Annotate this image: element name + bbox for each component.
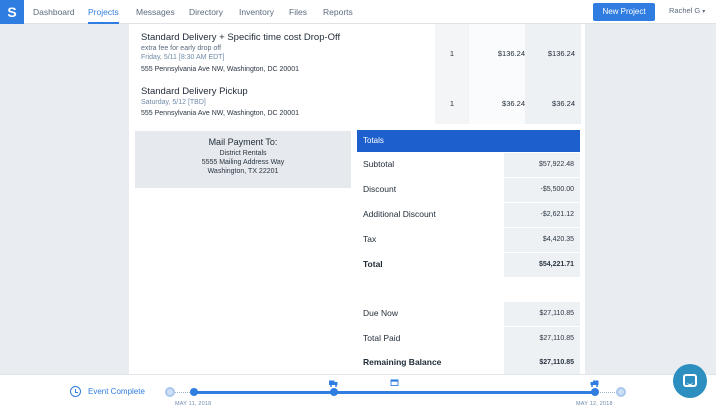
chat-bubble-icon bbox=[683, 374, 697, 387]
totals-label: Additional Discount bbox=[363, 209, 436, 219]
totals-label: Tax bbox=[363, 234, 377, 244]
truck-icon[interactable] bbox=[590, 380, 599, 387]
totals-row-due-now: Due Now $27,110.85 bbox=[357, 302, 580, 327]
timeline-start-marker[interactable] bbox=[190, 388, 198, 396]
timeline-end-date: MAY 12, 2018 bbox=[576, 401, 613, 407]
qty-cell: 1 bbox=[435, 81, 469, 124]
line-item-address: 555 Pennsylvania Ave NW, Washington, DC … bbox=[141, 110, 299, 117]
totals-header: Totals bbox=[357, 130, 580, 152]
new-project-button[interactable]: New Project bbox=[593, 3, 655, 21]
totals-label: Discount bbox=[363, 184, 397, 194]
timeline-start-date: MAY 11, 2018 bbox=[175, 401, 212, 407]
line-item-address: 555 Pennsylvania Ave NW, Washington, DC … bbox=[141, 66, 299, 73]
top-nav: S Dashboard Projects Messages Directory … bbox=[0, 0, 716, 24]
mail-payment-title: Mail Payment To: bbox=[208, 137, 278, 147]
nav-reports[interactable]: Reports bbox=[323, 0, 353, 24]
totals-value: $57,922.48 bbox=[504, 153, 580, 177]
qty-cell: 1 bbox=[435, 24, 469, 81]
totals-value: $27,110.85 bbox=[504, 327, 580, 351]
calendar-icon[interactable] bbox=[390, 379, 399, 386]
timeline-pickup-marker[interactable] bbox=[591, 388, 599, 396]
line-item-date: Saturday, 5/12 [TBD] bbox=[141, 99, 206, 106]
totals-row-discount: Discount -$5,500.00 bbox=[357, 178, 580, 203]
nav-files[interactable]: Files bbox=[289, 0, 307, 24]
totals-value: $54,221.71 bbox=[504, 253, 580, 277]
price-value: $36.24 bbox=[502, 99, 525, 108]
totals-row-subtotal: Subtotal $57,922.48 bbox=[357, 153, 580, 178]
truck-icon[interactable] bbox=[329, 380, 338, 387]
mail-payment-name: District Rentals bbox=[219, 150, 267, 157]
chat-button[interactable] bbox=[673, 364, 707, 398]
nav-inventory[interactable]: Inventory bbox=[239, 0, 274, 24]
totals-row-remaining-balance: Remaining Balance $27,110.85 bbox=[357, 351, 580, 376]
event-status-label: Event Complete bbox=[88, 387, 145, 396]
qty-value: 1 bbox=[449, 99, 455, 108]
clock-icon bbox=[70, 386, 81, 397]
event-timeline-bar: Event Complete MAY 11, 2018 MAY 12, 2018 bbox=[0, 374, 716, 407]
user-menu[interactable]: Rachel G ▾ bbox=[669, 0, 705, 24]
mail-payment-city: Washington, TX 22201 bbox=[207, 168, 279, 175]
nav-projects[interactable]: Projects bbox=[88, 0, 119, 24]
nav-directory[interactable]: Directory bbox=[189, 0, 223, 24]
price-cell: $36.24 bbox=[469, 81, 525, 124]
totals-value: $27,110.85 bbox=[504, 351, 580, 375]
timeline-end-handle[interactable] bbox=[616, 387, 626, 397]
chevron-down-icon: ▾ bbox=[702, 9, 706, 15]
totals-value: -$2,621.12 bbox=[504, 203, 580, 227]
totals-row-additional-discount: Additional Discount -$2,621.12 bbox=[357, 203, 580, 228]
line-item: Standard Delivery Pickup Saturday, 5/12 … bbox=[129, 81, 585, 124]
line-item-date: Friday, 5/11 [8:30 AM EDT] bbox=[141, 54, 225, 61]
mail-payment-box: Mail Payment To: District Rentals 5555 M… bbox=[135, 131, 351, 188]
totals-label: Total bbox=[363, 259, 383, 269]
line-item-title: Standard Delivery Pickup bbox=[141, 86, 248, 97]
price-cell: $136.24 bbox=[469, 24, 525, 81]
totals-row-tax: Tax $4,420.35 bbox=[357, 228, 580, 253]
line-item-note: extra fee for early drop off bbox=[141, 45, 222, 52]
line-item-title: Standard Delivery + Specific time cost D… bbox=[141, 32, 341, 43]
qty-value: 1 bbox=[449, 49, 455, 58]
totals-value: $27,110.85 bbox=[504, 302, 580, 326]
total-value: $36.24 bbox=[552, 99, 575, 108]
timeline-delivery-marker[interactable] bbox=[330, 388, 338, 396]
price-value: $136.24 bbox=[497, 49, 525, 58]
total-cell: $36.24 bbox=[525, 81, 581, 124]
totals-value: $4,420.35 bbox=[504, 228, 580, 252]
nav-dashboard[interactable]: Dashboard bbox=[33, 0, 75, 24]
totals-value: -$5,500.00 bbox=[504, 178, 580, 202]
total-cell: $136.24 bbox=[525, 24, 581, 81]
totals-row-total: Total $54,221.71 bbox=[357, 253, 580, 278]
line-item: Standard Delivery + Specific time cost D… bbox=[129, 24, 585, 81]
nav-messages[interactable]: Messages bbox=[136, 0, 175, 24]
timeline-start-handle[interactable] bbox=[165, 387, 175, 397]
totals-label: Total Paid bbox=[363, 333, 401, 343]
invoice-sheet: Standard Delivery + Specific time cost D… bbox=[129, 24, 585, 376]
total-value: $136.24 bbox=[547, 49, 575, 58]
mail-payment-street: 5555 Mailing Address Way bbox=[201, 159, 285, 166]
totals-label: Due Now bbox=[363, 308, 398, 318]
logo-icon: S bbox=[7, 4, 17, 20]
timeline-track[interactable] bbox=[194, 391, 596, 394]
user-name: Rachel G bbox=[669, 6, 701, 15]
app-logo[interactable]: S bbox=[0, 0, 24, 24]
totals-row-total-paid: Total Paid $27,110.85 bbox=[357, 327, 580, 352]
totals-label: Remaining Balance bbox=[363, 357, 442, 367]
totals-label: Subtotal bbox=[363, 159, 395, 169]
